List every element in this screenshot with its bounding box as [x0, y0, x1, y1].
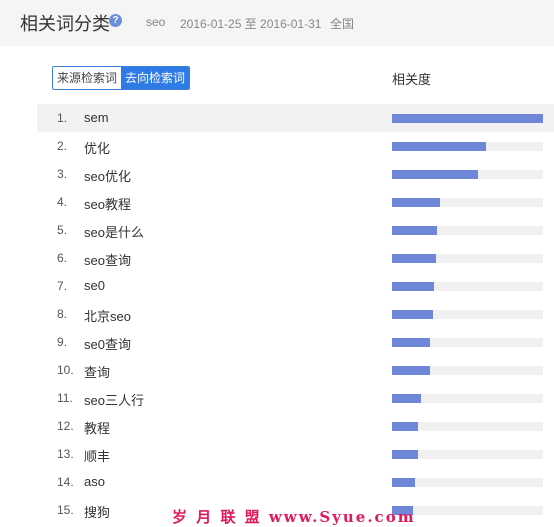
rank-number: 5. [57, 223, 68, 237]
list-item[interactable]: 2. 优化 [37, 132, 554, 160]
rank-number: 11. [57, 391, 73, 405]
relevance-bar-track [392, 198, 543, 207]
keyword-link[interactable]: 教程 [84, 418, 110, 437]
rank-number: 6. [57, 251, 68, 265]
page-title: 相关词分类 [20, 14, 110, 34]
rank-number: 12. [57, 419, 74, 433]
relevance-bar [392, 310, 433, 319]
list-item[interactable]: 1. sem [37, 104, 554, 132]
relevance-bar [392, 394, 421, 403]
relevance-bar-track [392, 338, 543, 347]
keyword-link[interactable]: sem [84, 110, 109, 125]
keyword-link[interactable]: seo查询 [84, 250, 131, 269]
relevance-bar-track [392, 394, 543, 403]
relevance-column-header: 相关度 [392, 72, 432, 87]
keyword-link[interactable]: se0查询 [84, 334, 131, 353]
relevance-bar-track [392, 114, 543, 123]
rank-number: 10. [57, 363, 74, 377]
tab-group: 来源检索词 去向检索词 [52, 66, 191, 90]
keyword-link[interactable]: seo优化 [84, 166, 131, 185]
relevance-bar-track [392, 226, 543, 235]
relevance-bar-track [392, 142, 543, 151]
relevance-bar [392, 114, 543, 123]
watermark: 岁 月 联 盟 www.Syue.com [172, 508, 416, 526]
rank-number: 9. [57, 335, 68, 349]
relevance-bar [392, 450, 418, 459]
rank-number: 8. [57, 307, 68, 321]
list-item[interactable]: 7. se0 [37, 272, 554, 300]
keyword-link[interactable]: aso [84, 474, 105, 489]
tab-source-queries[interactable]: 来源检索词 [53, 67, 122, 89]
keyword-link[interactable]: seo是什么 [84, 222, 144, 241]
relevance-bar-track [392, 310, 543, 319]
list-item[interactable]: 5. seo是什么 [37, 216, 554, 244]
list-item[interactable]: 3. seo优化 [37, 160, 554, 188]
keyword-label: seo [146, 15, 166, 29]
keyword-link[interactable]: seo教程 [84, 194, 131, 213]
rank-number: 15. [57, 503, 74, 517]
relevance-bar [392, 338, 430, 347]
relevance-bar-track [392, 170, 543, 179]
keyword-link[interactable]: 优化 [84, 138, 110, 157]
relevance-bar [392, 198, 440, 207]
relevance-bar-track [392, 478, 543, 487]
rank-number: 7. [57, 279, 68, 293]
keyword-link[interactable]: 搜狗 [84, 502, 110, 521]
rank-number: 13. [57, 447, 74, 461]
relevance-bar [392, 282, 434, 291]
rank-number: 3. [57, 167, 68, 181]
rank-number: 14. [57, 475, 74, 489]
list-item[interactable]: 6. seo查询 [37, 244, 554, 272]
region-label: 全国 [330, 17, 355, 31]
related-words-panel: 来源检索词 去向检索词 相关度 1. sem 2. 优化 3. seo优化 4. seo教程 5… [19, 46, 554, 527]
relevance-bar [392, 366, 430, 375]
keyword-link[interactable]: 顺丰 [84, 446, 110, 465]
relevance-bar [392, 226, 437, 235]
tab-destination-queries[interactable]: 去向检索词 [121, 67, 190, 89]
date-range: 2016-01-25 至 2016-01-31 [180, 17, 322, 31]
relevance-bar [392, 422, 418, 431]
relevance-bar-track [392, 282, 543, 291]
relevance-bar-track [392, 450, 543, 459]
list-item[interactable]: 12. 教程 [37, 412, 554, 440]
relevance-bar-track [392, 422, 543, 431]
rank-number: 1. [57, 111, 68, 125]
keyword-link[interactable]: 查询 [84, 362, 110, 381]
keyword-list: 1. sem 2. 优化 3. seo优化 4. seo教程 5. seo是什么 6. seo查询 7.… [37, 104, 554, 524]
header-bar: 相关词分类 ? seo 2016-01-25 至 2016-01-31 全国 [0, 0, 554, 46]
keyword-link[interactable]: seo三人行 [84, 390, 144, 409]
list-item[interactable]: 13. 顺丰 [37, 440, 554, 468]
help-icon[interactable]: ? [109, 14, 122, 27]
rank-number: 4. [57, 195, 68, 209]
rank-number: 2. [57, 139, 68, 153]
keyword-link[interactable]: 北京seo [84, 306, 131, 325]
list-item[interactable]: 4. seo教程 [37, 188, 554, 216]
list-item[interactable]: 9. se0查询 [37, 328, 554, 356]
relevance-bar [392, 170, 478, 179]
keyword-link[interactable]: se0 [84, 278, 105, 293]
relevance-bar [392, 142, 486, 151]
relevance-bar-track [392, 254, 543, 263]
list-item[interactable]: 10. 查询 [37, 356, 554, 384]
relevance-bar [392, 254, 436, 263]
relevance-bar-track [392, 366, 543, 375]
list-item[interactable]: 14. aso [37, 468, 554, 496]
relevance-bar [392, 478, 415, 487]
list-item[interactable]: 11. seo三人行 [37, 384, 554, 412]
list-item[interactable]: 8. 北京seo [37, 300, 554, 328]
